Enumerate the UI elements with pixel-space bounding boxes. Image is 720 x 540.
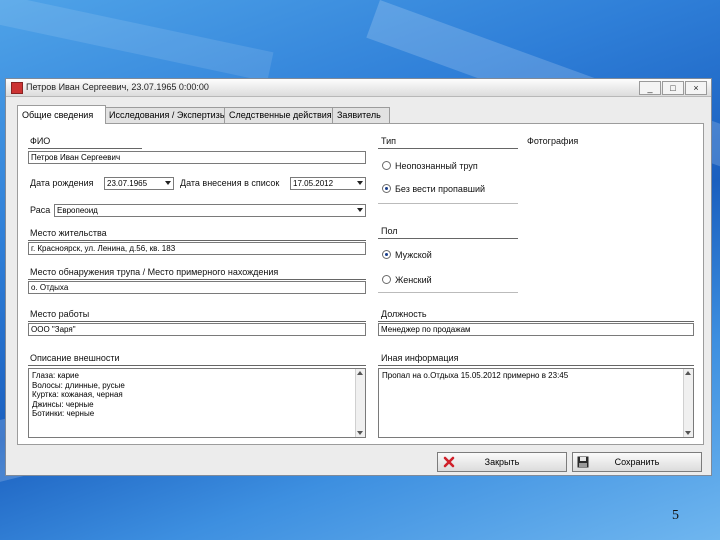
gender-radio-female[interactable] bbox=[382, 275, 391, 284]
race-value: Европеоид bbox=[57, 206, 98, 215]
gender-option-label: Женский bbox=[395, 275, 432, 285]
search-date-label: Дата внесения в список bbox=[180, 178, 280, 188]
divider bbox=[378, 148, 518, 149]
gender-label: Пол bbox=[381, 226, 398, 236]
found-place-label: Место обнаружения трупа / Место примерно… bbox=[30, 267, 279, 277]
photo-label: Фотография bbox=[527, 136, 579, 146]
appearance-line: Волосы: длинные, русые bbox=[32, 380, 125, 390]
slide-number: 5 bbox=[672, 508, 679, 523]
save-button-label: Сохранить bbox=[614, 457, 660, 467]
maximize-button[interactable]: □ bbox=[662, 81, 684, 95]
scroll-up-icon[interactable] bbox=[685, 371, 691, 375]
appearance-label: Описание внешности bbox=[30, 353, 120, 363]
type-label: Тип bbox=[381, 136, 397, 146]
dialog-window: Петров Иван Сергеевич, 23.07.1965 0:00:0… bbox=[5, 78, 712, 476]
tab-applicant[interactable]: Заявитель bbox=[332, 107, 390, 123]
search-date-value: 17.05.2012 bbox=[293, 179, 334, 188]
chevron-down-icon[interactable] bbox=[165, 181, 171, 185]
wallpaper-streak bbox=[0, 0, 274, 82]
search-date-picker[interactable]: 17.05.2012 bbox=[290, 177, 366, 190]
work-field[interactable]: ООО "Заря" bbox=[28, 323, 366, 336]
app-icon bbox=[11, 82, 23, 94]
save-button[interactable]: Сохранить bbox=[572, 452, 702, 472]
divider bbox=[378, 292, 518, 293]
work-label: Место работы bbox=[30, 309, 90, 319]
dob-label: Дата рождения bbox=[30, 178, 94, 188]
scroll-down-icon[interactable] bbox=[357, 431, 363, 435]
close-button-label: Закрыть bbox=[484, 457, 520, 467]
residence-label: Место жительства bbox=[30, 228, 107, 238]
fio-field[interactable]: Петров Иван Сергеевич bbox=[28, 151, 366, 164]
type-option-label: Неопознанный труп bbox=[395, 161, 478, 171]
photo-area[interactable] bbox=[524, 150, 694, 300]
chevron-down-icon[interactable] bbox=[357, 208, 363, 212]
chevron-down-icon[interactable] bbox=[357, 181, 363, 185]
appearance-scrollbar[interactable] bbox=[355, 369, 365, 437]
other-info-label: Иная информация bbox=[381, 353, 459, 363]
gender-option-label: Мужской bbox=[395, 250, 432, 260]
residence-field[interactable]: г. Красноярск, ул. Ленина, д.56, кв. 183 bbox=[28, 242, 366, 255]
close-window-button[interactable]: × bbox=[685, 81, 707, 95]
other-info-text: Пропал на о.Отдыха 15.05.2012 примерно в… bbox=[382, 371, 569, 380]
race-label: Раса bbox=[30, 205, 51, 215]
divider bbox=[28, 365, 366, 366]
other-info-scrollbar[interactable] bbox=[683, 369, 693, 437]
close-button[interactable]: Закрыть bbox=[437, 452, 567, 472]
divider bbox=[378, 321, 694, 322]
divider bbox=[28, 240, 366, 241]
race-select[interactable]: Европеоид bbox=[54, 204, 366, 217]
type-radio-missing[interactable] bbox=[382, 184, 391, 193]
position-field[interactable]: Менеджер по продажам bbox=[378, 323, 694, 336]
divider bbox=[28, 279, 366, 280]
scroll-down-icon[interactable] bbox=[685, 431, 691, 435]
divider bbox=[378, 203, 518, 204]
tab-general[interactable]: Общие сведения bbox=[17, 105, 106, 124]
general-info-panel: ФИО Петров Иван Сергеевич Дата рождения … bbox=[17, 123, 704, 445]
fio-label: ФИО bbox=[30, 136, 51, 146]
appearance-line: Глаза: карие bbox=[32, 371, 79, 380]
dob-date-picker[interactable]: 23.07.1965 bbox=[104, 177, 174, 190]
divider bbox=[28, 148, 142, 149]
divider bbox=[378, 238, 518, 239]
appearance-line: Куртка: кожаная, черная bbox=[32, 390, 123, 399]
appearance-line: Ботинки: черные bbox=[32, 409, 95, 418]
other-info-textarea[interactable]: Пропал на о.Отдыха 15.05.2012 примерно в… bbox=[378, 368, 694, 438]
appearance-textarea[interactable]: Глаза: карие Волосы: длинные, русые Курт… bbox=[28, 368, 366, 438]
appearance-line: Джинсы: черные bbox=[32, 399, 94, 409]
scroll-up-icon[interactable] bbox=[357, 371, 363, 375]
tab-examinations[interactable]: Исследования / Экспертизы bbox=[104, 107, 226, 123]
type-radio-unidentified[interactable] bbox=[382, 161, 391, 170]
position-label: Должность bbox=[381, 309, 427, 319]
dob-value: 23.07.1965 bbox=[107, 179, 148, 188]
found-place-field[interactable]: о. Отдыха bbox=[28, 281, 366, 294]
divider bbox=[28, 321, 366, 322]
tab-investigative-actions[interactable]: Следственные действия bbox=[224, 107, 334, 123]
type-option-label: Без вести пропавший bbox=[395, 184, 485, 194]
gender-radio-male[interactable] bbox=[382, 250, 391, 259]
window-title: Петров Иван Сергеевич, 23.07.1965 0:00:0… bbox=[26, 82, 209, 92]
divider bbox=[378, 365, 694, 366]
minimize-button[interactable]: _ bbox=[639, 81, 661, 95]
title-bar[interactable]: Петров Иван Сергеевич, 23.07.1965 0:00:0… bbox=[6, 79, 711, 97]
